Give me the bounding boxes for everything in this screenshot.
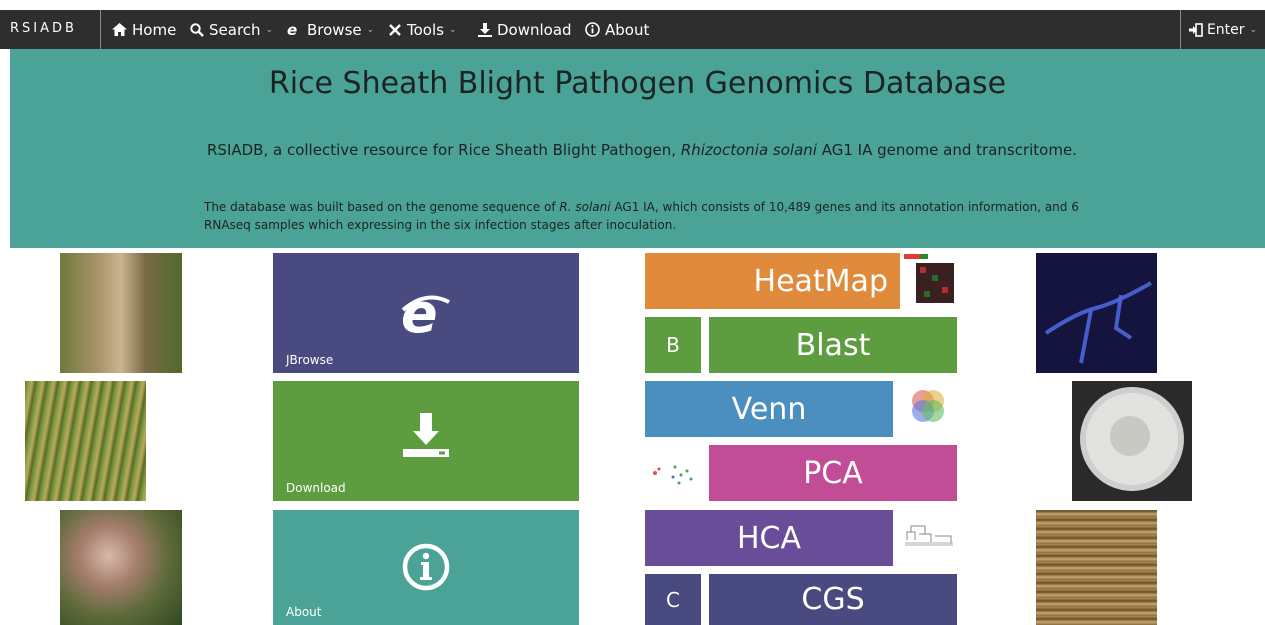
pca-tile-label: PCA — [803, 455, 863, 491]
cgs-tile-label: CGS — [801, 582, 865, 617]
maize-sheath-blight-photo — [60, 253, 182, 373]
nav-download-label: Download — [497, 20, 572, 39]
nav-search-label: Search — [209, 20, 261, 39]
hero-desc-text: The database was built based on the geno… — [204, 200, 560, 214]
hero-subtitle-text: RSIADB, a collective resource for Rice S… — [207, 141, 681, 159]
nav-browse[interactable]: e Browse ⌄ — [287, 10, 374, 49]
nav-about-label: About — [605, 20, 650, 39]
venn-tile-label: Venn — [731, 391, 807, 427]
blast-tile[interactable]: Blast — [709, 317, 957, 373]
tile-b-label: B — [666, 333, 680, 357]
tile-c[interactable]: C — [645, 574, 701, 625]
jbrowse-tile-label: JBrowse — [286, 353, 334, 367]
heatmap-thumbnail[interactable] — [902, 253, 957, 309]
page-title: Rice Sheath Blight Pathogen Genomics Dat… — [268, 66, 1007, 101]
nav-tools[interactable]: Tools ⌄ — [388, 10, 457, 49]
tile-c-label: C — [666, 587, 680, 612]
hero-subtitle: RSIADB, a collective resource for Rice S… — [207, 141, 1077, 159]
ie-browser-icon: e — [287, 23, 302, 37]
enter-dropdown[interactable]: Enter ⌄ — [1180, 10, 1265, 49]
brand-logo[interactable]: RSIADB — [0, 10, 101, 49]
sign-in-icon — [1188, 22, 1203, 37]
venn-tile[interactable]: Venn — [645, 381, 893, 437]
nav-home[interactable]: Home — [112, 10, 176, 49]
hero-subtitle-species: Rhizoctonia solani — [680, 141, 817, 159]
rice-sheath-blight-photo — [25, 381, 146, 501]
petri-dish-culture-photo — [1072, 381, 1192, 501]
hero-desc-species: R. solani — [559, 200, 611, 214]
ie-browser-icon: e — [273, 288, 579, 338]
hero-banner: Rice Sheath Blight Pathogen Genomics Dat… — [10, 49, 1265, 248]
home-icon — [112, 23, 127, 36]
tile-b[interactable]: B — [645, 317, 701, 373]
info-icon — [585, 22, 600, 37]
heatmap-tile-label: HeatMap — [753, 263, 888, 299]
chevron-down-icon: ⌄ — [265, 24, 274, 35]
nav-home-label: Home — [132, 20, 177, 39]
top-navbar: RSIADB Home Search ⌄ e Browse ⌄ Tools ⌄ … — [0, 10, 1265, 49]
chevron-down-icon: ⌄ — [366, 24, 375, 35]
jbrowse-tile[interactable]: e JBrowse — [273, 253, 579, 373]
soybean-blight-photo — [60, 510, 182, 625]
fungal-hyphae-micrograph — [1036, 253, 1157, 373]
nav-search[interactable]: Search ⌄ — [190, 10, 273, 49]
hero-description: The database was built based on the geno… — [204, 198, 1104, 234]
about-tile[interactable]: About — [273, 510, 579, 625]
hca-thumbnail[interactable] — [901, 510, 957, 566]
heatmap-tile[interactable]: HeatMap — [645, 253, 900, 309]
cgs-tile[interactable]: CGS — [709, 574, 957, 625]
svg-text:e: e — [287, 23, 297, 37]
enter-label: Enter — [1206, 21, 1245, 38]
download-icon — [273, 413, 579, 459]
hca-tile[interactable]: HCA — [645, 510, 893, 566]
venn-thumbnail[interactable] — [901, 381, 957, 437]
pca-thumbnail[interactable] — [645, 445, 701, 501]
blast-tile-label: Blast — [795, 327, 871, 363]
sclerotia-micrograph — [1036, 510, 1157, 625]
download-tile-label: Download — [286, 481, 346, 495]
nav-about[interactable]: About — [585, 10, 649, 49]
tools-icon — [388, 23, 402, 37]
chevron-down-icon: ⌄ — [1249, 24, 1258, 35]
nav-browse-label: Browse — [307, 20, 362, 39]
chevron-down-icon: ⌄ — [448, 24, 457, 35]
nav-download[interactable]: Download — [478, 10, 572, 49]
search-icon — [190, 22, 204, 37]
hero-subtitle-text-end: AG1 IA genome and transcritome. — [816, 141, 1077, 159]
about-tile-label: About — [286, 605, 322, 619]
nav-tools-label: Tools — [407, 20, 444, 39]
download-icon — [478, 22, 492, 37]
info-icon — [273, 542, 579, 592]
hca-tile-label: HCA — [736, 520, 802, 556]
pca-tile[interactable]: PCA — [709, 445, 957, 501]
download-tile[interactable]: Download — [273, 381, 579, 501]
